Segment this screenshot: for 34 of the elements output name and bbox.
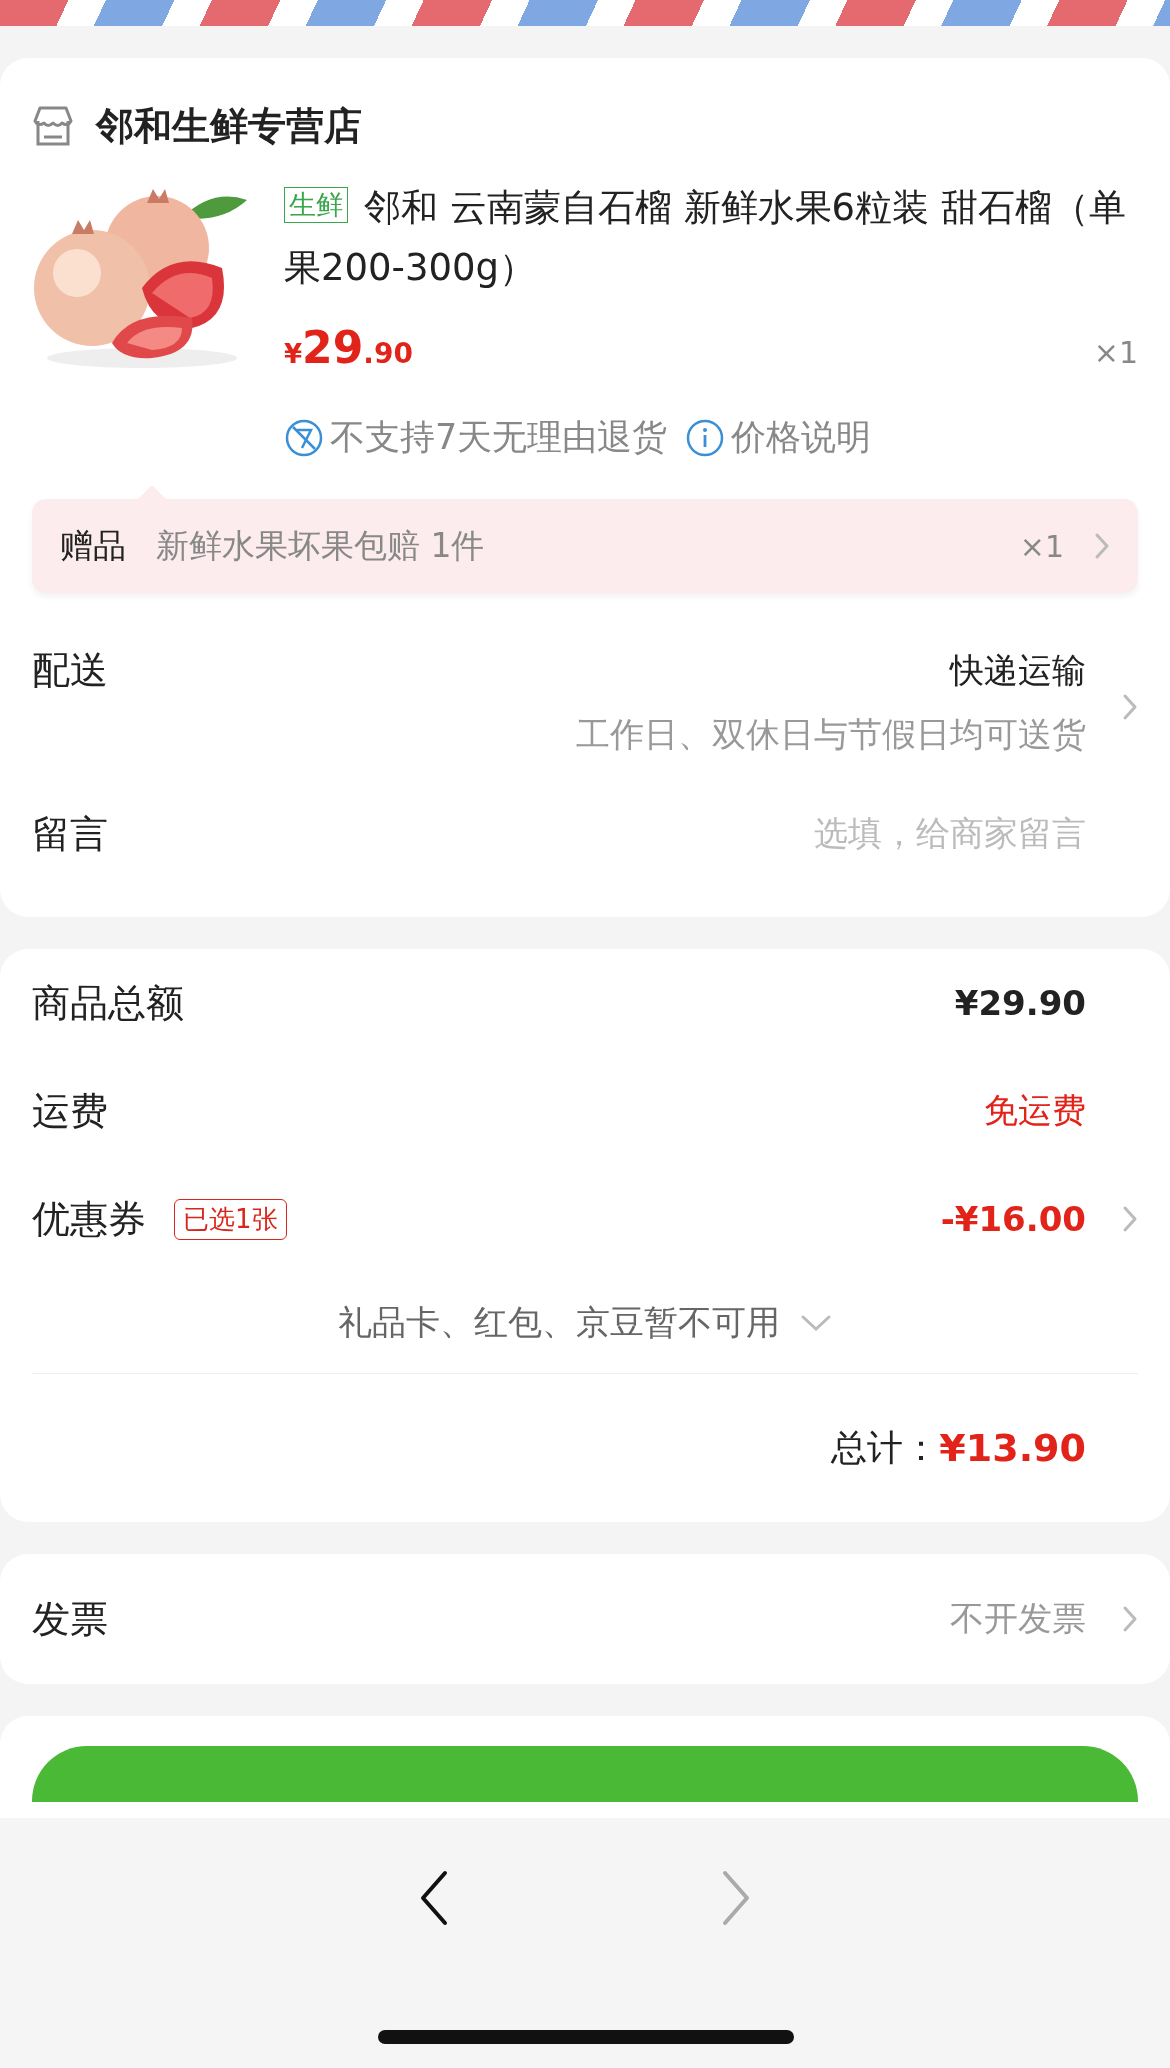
gift-label: 赠品: [60, 524, 126, 567]
chevron-right-icon: [1122, 693, 1138, 721]
chevron-right-icon: [1122, 1205, 1138, 1233]
message-label: 留言: [32, 810, 108, 858]
product-title[interactable]: 生鲜 邻和 云南蒙自石榴 新鲜水果6粒装 甜石榴（单果200-300g）: [284, 178, 1138, 298]
chevron-right-icon: [1094, 532, 1110, 560]
product-price: ¥29.90: [284, 322, 413, 373]
total-label: 总计：: [831, 1425, 940, 1470]
summary-value: ¥29.90: [954, 983, 1086, 1023]
summary-label: 优惠券: [32, 1195, 146, 1243]
total-value: ¥13.90: [939, 1426, 1086, 1470]
invoice-value[interactable]: 不开发票: [950, 1596, 1086, 1642]
gift-text: 新鲜水果坏果包赔 1件: [156, 524, 486, 567]
store-name[interactable]: 邻和生鲜专营店: [96, 100, 362, 152]
store-icon: [32, 105, 74, 147]
summary-value: 免运费: [984, 1089, 1086, 1132]
delivery-label: 配送: [32, 647, 108, 694]
chevron-right-icon: [1122, 1605, 1138, 1633]
chevron-down-icon[interactable]: [800, 1314, 832, 1332]
delivery-method[interactable]: 快递运输: [576, 645, 1086, 695]
service-label[interactable]: 价格说明: [731, 414, 872, 461]
summary-value[interactable]: -¥16.00: [940, 1199, 1086, 1239]
no-return-icon: [284, 417, 324, 458]
invoice-label: 发票: [32, 1595, 108, 1643]
quantity: ×1: [1093, 335, 1138, 370]
unavailable-note: 礼品卡、红包、京豆暂不可用: [338, 1301, 780, 1344]
coupon-badge: 已选1张: [174, 1198, 287, 1240]
summary-label: 运费: [32, 1087, 108, 1135]
service-label[interactable]: 不支持7天无理由退货: [330, 414, 668, 461]
delivery-note: 工作日、双休日与节假日均可送货: [576, 713, 1086, 756]
gift-quantity: ×1: [1019, 528, 1064, 564]
info-icon: [685, 417, 726, 458]
summary-label: 商品总额: [32, 979, 184, 1027]
fresh-tag: 生鲜: [284, 187, 348, 223]
